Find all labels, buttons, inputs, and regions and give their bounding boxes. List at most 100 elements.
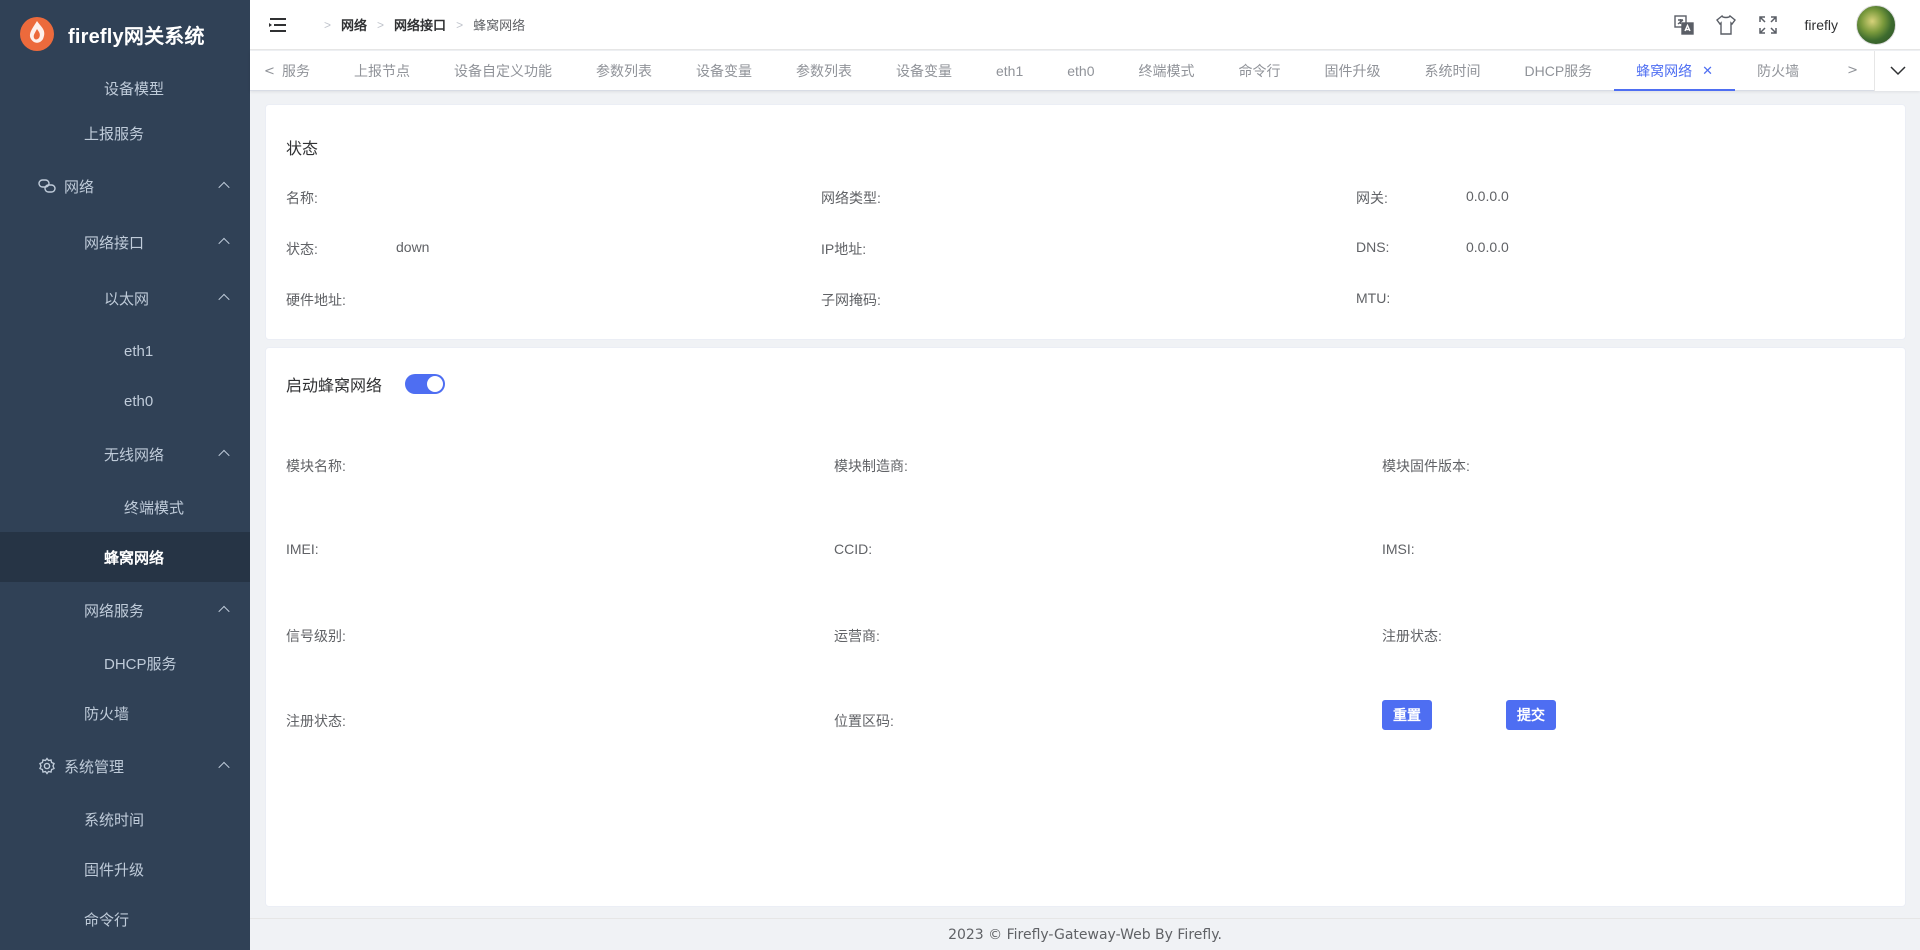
sidebar-item-label: 上报服务 xyxy=(84,125,145,143)
chevron-up-icon xyxy=(218,181,230,194)
status-name-label: 名称: xyxy=(286,190,318,206)
tag-item[interactable]: 命令行 xyxy=(1217,51,1303,91)
sidebar-item-label: 网络服务 xyxy=(84,602,145,620)
theme-shirt-icon[interactable] xyxy=(1715,14,1737,36)
tag-item-active[interactable]: 蜂窝网络 ✕ xyxy=(1614,51,1735,91)
tag-item[interactable]: 上报节点 xyxy=(332,51,432,91)
chevron-up-icon xyxy=(218,761,230,774)
tag-item[interactable]: eth0 xyxy=(1045,51,1116,91)
submit-button[interactable]: 提交 xyxy=(1506,700,1556,730)
fullscreen-icon[interactable] xyxy=(1757,14,1779,36)
tag-item[interactable]: 服务 xyxy=(272,51,332,91)
status-gateway-row: 网关: 0.0.0.0 xyxy=(1356,188,1509,208)
cellular-enable-label: 启动蜂窝网络 xyxy=(286,378,383,395)
tags-dropdown-button[interactable] xyxy=(1874,51,1920,91)
user-avatar[interactable] xyxy=(1856,5,1896,45)
sidebar: firefly网关系统 设备模型 上报服务 网络 网络接口 以太网 eth1 e… xyxy=(0,0,250,950)
sidebar-item-firmware[interactable]: 固件升级 xyxy=(0,844,250,894)
status-nettype-label: 网络类型: xyxy=(821,190,881,206)
tag-item[interactable]: 设备自定义功能 xyxy=(432,51,574,91)
tag-item[interactable]: 参数列表 xyxy=(774,51,874,91)
sidebar-item-eth0[interactable]: eth0 xyxy=(0,376,250,426)
breadcrumb-item-network[interactable]: 网络 xyxy=(341,15,367,34)
status-state-value: down xyxy=(396,239,430,255)
sidebar-item-firewall[interactable]: 防火墙 xyxy=(0,688,250,738)
sidebar-item-network-service[interactable]: 网络服务 xyxy=(0,582,250,638)
app-logo[interactable]: firefly网关系统 xyxy=(0,0,250,68)
sidebar-item-system[interactable]: 系统管理 xyxy=(0,738,250,794)
status-dns-value: 0.0.0.0 xyxy=(1466,239,1509,255)
sidebar-item-label: 设备模型 xyxy=(104,80,165,98)
sidebar-item-ethernet[interactable]: 以太网 xyxy=(0,270,250,326)
tag-item[interactable]: eth1 xyxy=(974,51,1045,91)
status-dns-label: DNS: xyxy=(1356,239,1390,255)
sidebar-item-eth1[interactable]: eth1 xyxy=(0,326,250,376)
sidebar-item-label: eth1 xyxy=(124,342,154,360)
sidebar-item-device-model[interactable]: 设备模型 xyxy=(0,68,250,108)
breadcrumb-separator-icon: > xyxy=(377,17,385,32)
status-state-row: 状态: down xyxy=(286,239,429,259)
breadcrumb-item-network-interface[interactable]: 网络接口 xyxy=(394,15,446,34)
sidebar-item-wireless[interactable]: 无线网络 xyxy=(0,426,250,482)
sidebar-item-terminal-mode[interactable]: 终端模式 xyxy=(0,482,250,532)
tag-item[interactable]: 设备变量 xyxy=(874,51,974,91)
breadcrumb-separator-icon: > xyxy=(456,17,464,32)
sidebar-item-network[interactable]: 网络 xyxy=(0,158,250,214)
tags-view: < 服务 上报节点 设备自定义功能 参数列表 设备变量 参数列表 设备变量 et… xyxy=(250,51,1920,91)
username-label[interactable]: firefly xyxy=(1805,17,1838,33)
status-mask-label: 子网掩码: xyxy=(821,292,881,308)
sidebar-item-label: 网络 xyxy=(64,178,95,196)
sidebar-item-report-service[interactable]: 上报服务 xyxy=(0,108,250,158)
sidebar-item-label: 固件升级 xyxy=(84,861,145,879)
chevron-up-icon xyxy=(218,237,230,250)
hamburger-icon[interactable] xyxy=(268,17,288,33)
cellular-enable-toggle[interactable] xyxy=(405,374,445,394)
module-firmware-label: 模块固件版本: xyxy=(1382,458,1470,474)
tag-item[interactable]: 防火墙 xyxy=(1735,51,1821,91)
chevron-right-icon[interactable]: > xyxy=(1847,63,1858,78)
close-icon[interactable]: ✕ xyxy=(1702,63,1713,79)
gear-icon xyxy=(38,757,56,775)
tag-item[interactable]: 终端模式 xyxy=(1117,51,1217,91)
signal-level-label: 信号级别: xyxy=(286,628,346,644)
location-area-code-label: 位置区码: xyxy=(834,713,894,729)
translate-icon[interactable] xyxy=(1673,14,1695,36)
sidebar-item-label: 系统管理 xyxy=(64,758,125,776)
sidebar-item-dhcp[interactable]: DHCP服务 xyxy=(0,638,250,688)
sidebar-item-cli[interactable]: 命令行 xyxy=(0,894,250,944)
status-mask-row: 子网掩码: xyxy=(821,290,881,310)
ccid-label: CCID: xyxy=(834,541,873,557)
tag-item[interactable]: 固件升级 xyxy=(1303,51,1403,91)
tag-item[interactable]: 参数列表 xyxy=(574,51,674,91)
reset-button[interactable]: 重置 xyxy=(1382,700,1432,730)
breadcrumb-separator-icon: > xyxy=(324,17,332,32)
network-icon xyxy=(38,177,56,195)
sidebar-item-label: 蜂窝网络 xyxy=(104,549,165,567)
status-gateway-value: 0.0.0.0 xyxy=(1466,188,1509,204)
sidebar-item-label: DHCP服务 xyxy=(104,655,177,673)
registration-status-label: 注册状态: xyxy=(1382,628,1442,644)
status-state-label: 状态: xyxy=(286,241,318,257)
status-mac-label: 硬件地址: xyxy=(286,292,346,308)
status-ip-label: IP地址: xyxy=(821,241,867,257)
tag-item[interactable]: 设备变量 xyxy=(674,51,774,91)
footer-text: 2023 © Firefly-Gateway-Web By Firefly. xyxy=(948,927,1222,943)
tag-label: 蜂窝网络 xyxy=(1636,63,1693,79)
sidebar-item-cellular[interactable]: 蜂窝网络 xyxy=(0,532,250,582)
tags-list: 服务 上报节点 设备自定义功能 参数列表 设备变量 参数列表 设备变量 eth1… xyxy=(272,51,1821,91)
status-dns-row: DNS: 0.0.0.0 xyxy=(1356,239,1509,255)
sidebar-item-network-interface[interactable]: 网络接口 xyxy=(0,214,250,270)
footer: 2023 © Firefly-Gateway-Web By Firefly. xyxy=(250,918,1920,950)
tag-item[interactable]: 系统时间 xyxy=(1403,51,1503,91)
sidebar-item-label: 终端模式 xyxy=(124,499,185,517)
tag-item[interactable]: DHCP服务 xyxy=(1503,51,1615,91)
carrier-label: 运营商: xyxy=(834,628,880,644)
firefly-logo-icon xyxy=(20,17,54,51)
status-title: 状态 xyxy=(286,141,319,158)
sidebar-menu: 设备模型 上报服务 网络 网络接口 以太网 eth1 eth0 无线网络 终端模… xyxy=(0,68,250,944)
imsi-label: IMSI: xyxy=(1382,541,1415,557)
sidebar-item-label: 以太网 xyxy=(104,290,150,308)
sidebar-item-label: 命令行 xyxy=(84,911,130,929)
sidebar-item-label: 系统时间 xyxy=(84,811,145,829)
sidebar-item-system-time[interactable]: 系统时间 xyxy=(0,794,250,844)
